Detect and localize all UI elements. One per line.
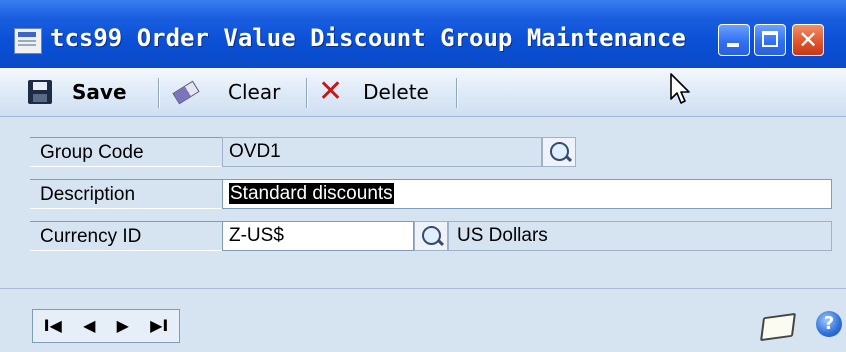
minimize-icon xyxy=(727,43,739,47)
window: tcs99 Order Value Discount Group Mainten… xyxy=(0,0,846,352)
clear-button[interactable]: Clear xyxy=(168,72,280,112)
currency-name: US Dollars xyxy=(448,221,832,251)
group-code-field[interactable]: OVD1 xyxy=(222,137,542,167)
first-record-button[interactable]: I◀ xyxy=(44,318,62,334)
status-bar: I◀ ◀ ▶ ▶I ? xyxy=(0,288,846,352)
delete-x-icon: ✕ xyxy=(318,74,344,109)
close-icon: ✕ xyxy=(798,26,819,54)
save-button[interactable]: Save xyxy=(28,72,127,112)
maximize-icon xyxy=(762,31,778,47)
currency-id-field[interactable]: Z-US$ xyxy=(222,221,414,251)
description-field[interactable]: Standard discounts xyxy=(222,179,832,209)
delete-button[interactable]: ✕ Delete xyxy=(318,72,429,112)
minimize-button[interactable] xyxy=(718,24,750,56)
last-record-button[interactable]: ▶I xyxy=(150,318,168,334)
close-button[interactable]: ✕ xyxy=(792,24,824,56)
app-icon[interactable] xyxy=(14,28,42,54)
description-label: Description xyxy=(30,179,222,209)
eraser-icon xyxy=(168,82,198,102)
delete-label: Delete xyxy=(363,80,429,104)
form-area: Group Code OVD1 Description Standard dis… xyxy=(0,117,846,267)
save-icon xyxy=(28,80,52,104)
group-code-label: Group Code xyxy=(30,137,222,167)
toolbar: Save Clear ✕ Delete xyxy=(0,68,846,117)
window-title: tcs99 Order Value Discount Group Mainten… xyxy=(50,24,686,52)
currency-id-label: Currency ID xyxy=(30,221,222,251)
previous-record-button[interactable]: ◀ xyxy=(83,318,95,334)
toolbar-separator xyxy=(158,78,159,108)
maximize-button[interactable] xyxy=(754,24,786,56)
note-icon[interactable] xyxy=(760,312,796,342)
record-navigation: I◀ ◀ ▶ ▶I xyxy=(32,309,180,343)
description-selected-text: Standard discounts xyxy=(229,183,394,204)
group-code-lookup-button[interactable] xyxy=(542,137,576,167)
save-label: Save xyxy=(72,80,127,104)
toolbar-separator xyxy=(306,78,307,108)
toolbar-separator xyxy=(456,78,457,108)
clear-label: Clear xyxy=(228,80,281,104)
mouse-cursor-icon xyxy=(670,73,690,104)
help-icon[interactable]: ? xyxy=(816,311,842,337)
next-record-button[interactable]: ▶ xyxy=(117,318,129,334)
currency-lookup-button[interactable] xyxy=(414,221,448,251)
